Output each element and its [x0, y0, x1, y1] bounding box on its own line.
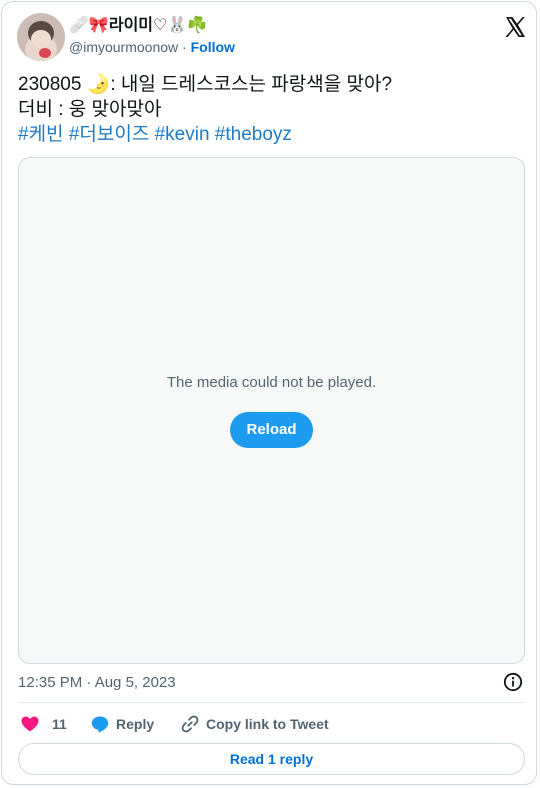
timestamp[interactable]: 12:35 PM · Aug 5, 2023	[18, 674, 176, 691]
reply-label: Reply	[116, 716, 155, 732]
reply-button[interactable]: Reply	[90, 712, 154, 736]
action-bar: 11 Reply Copy link to Tweet	[18, 712, 525, 736]
reload-button[interactable]: Reload	[230, 412, 313, 448]
hashtag-link[interactable]: #케빈	[18, 124, 64, 145]
tweet-meta: 12:35 PM · Aug 5, 2023	[18, 672, 525, 694]
hashtag-link[interactable]: #theboyz	[215, 124, 292, 145]
tweet-text: 230805 🌛: 내일 드레스코스는 파랑색을 맞아? 더비 : 웅 맞아맞아…	[18, 72, 518, 147]
divider	[18, 702, 525, 703]
info-icon[interactable]	[503, 672, 523, 692]
user-handle[interactable]: @imyourmoonow	[69, 39, 178, 55]
avatar[interactable]	[17, 13, 65, 61]
media-error-message: The media could not be played.	[166, 374, 377, 391]
user-info: 🩹🎀라이미♡🐰☘️ @imyourmoonow · Follow	[69, 16, 235, 56]
tweet-text-line-2: 더비 : 웅 맞아맞아	[18, 99, 162, 120]
hashtag-link[interactable]: #더보이즈	[69, 124, 150, 145]
hashtag-row: #케빈 #더보이즈 #kevin #theboyz	[18, 122, 518, 147]
copy-link-button[interactable]: Copy link to Tweet	[180, 712, 329, 736]
tweet-text-line-1: 230805 🌛: 내일 드레스코스는 파랑색을 맞아?	[18, 74, 393, 95]
follow-button[interactable]: Follow	[191, 39, 235, 55]
like-count: 11	[52, 716, 67, 732]
handle-row: @imyourmoonow · Follow	[69, 38, 235, 56]
copy-link-label: Copy link to Tweet	[206, 716, 329, 732]
media-player[interactable]: The media could not be played. Reload	[18, 157, 525, 664]
display-name[interactable]: 🩹🎀라이미♡🐰☘️	[69, 16, 235, 36]
avatar-image	[17, 13, 65, 61]
tweet-header: 🩹🎀라이미♡🐰☘️ @imyourmoonow · Follow	[17, 13, 527, 63]
reply-bubble-icon	[91, 716, 109, 733]
heart-icon	[21, 716, 39, 732]
hashtag-link[interactable]: #kevin	[155, 124, 210, 145]
link-icon	[181, 715, 199, 733]
tweet-card: 🩹🎀라이미♡🐰☘️ @imyourmoonow · Follow 230805 …	[1, 1, 537, 785]
read-replies-button[interactable]: Read 1 reply	[18, 743, 525, 775]
separator-dot: ·	[182, 39, 187, 55]
x-logo-icon[interactable]	[503, 15, 527, 39]
like-button[interactable]: 11	[20, 712, 67, 736]
